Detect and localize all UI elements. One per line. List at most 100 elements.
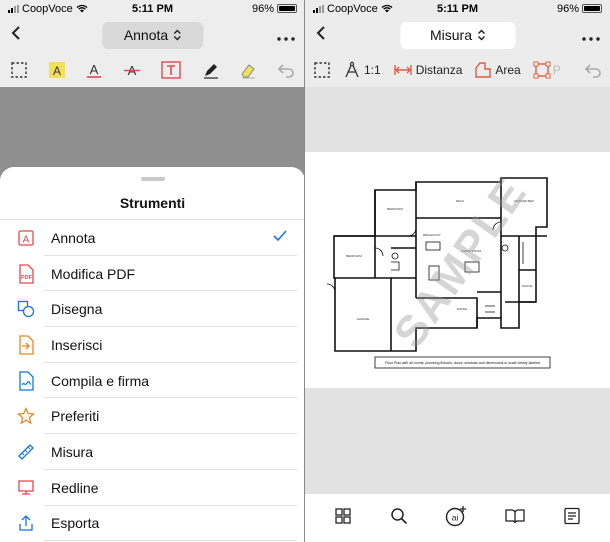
svg-text:BREAKFAST: BREAKFAST xyxy=(423,233,441,237)
eraser-tool-button[interactable] xyxy=(239,55,257,85)
battery-icon xyxy=(277,4,297,13)
carrier-group: CoopVoce xyxy=(8,3,88,15)
area-label: Area xyxy=(495,63,521,77)
thumbnails-button[interactable] xyxy=(334,507,352,530)
annotate-icon: A xyxy=(16,228,36,248)
tools-sheet: Strumenti A Annota PDF Modifica PDF Dise… xyxy=(0,167,305,542)
battery-percent: 96% xyxy=(556,2,579,15)
menu-item-redline[interactable]: Redline xyxy=(0,470,305,506)
menu-item-label: Misura xyxy=(51,443,94,460)
reading-mode-button[interactable] xyxy=(505,508,525,529)
perimeter-icon xyxy=(533,61,551,79)
svg-text:PDF: PDF xyxy=(21,275,33,281)
status-bar: CoopVoce 5:11 PM 96% xyxy=(0,0,305,17)
menu-item-label: Redline xyxy=(51,479,99,496)
reading-mode-icon xyxy=(505,508,525,523)
more-options-button[interactable] xyxy=(277,25,295,46)
document-page[interactable]: BEDROOM DECK MASTER BED BEDROOM LIVING R… xyxy=(305,152,610,388)
search-icon xyxy=(390,507,407,524)
sheet-grabber[interactable] xyxy=(140,177,165,181)
menu-item-modifica-pdf[interactable]: PDF Modifica PDF xyxy=(0,256,305,292)
edit-pdf-icon: PDF xyxy=(16,263,36,284)
selection-icon xyxy=(314,62,330,78)
wifi-icon xyxy=(76,4,88,13)
back-button[interactable] xyxy=(10,24,34,47)
insert-icon xyxy=(16,335,36,355)
search-button[interactable] xyxy=(390,507,408,530)
scale-button[interactable]: 1:1 xyxy=(343,55,381,85)
text-color-icon: A xyxy=(87,62,102,78)
carrier-name: CoopVoce xyxy=(22,2,73,15)
svg-text:DECK: DECK xyxy=(456,199,464,203)
undo-button[interactable] xyxy=(584,55,602,85)
chevron-updown-icon xyxy=(173,29,181,41)
perimeter-label-partial: P xyxy=(552,63,561,77)
tool-switcher[interactable]: Annota xyxy=(101,21,204,49)
menu-item-preferiti[interactable]: Preferiti xyxy=(0,398,305,434)
carrier-group: CoopVoce xyxy=(313,3,393,15)
signal-icon xyxy=(8,4,19,13)
svg-text:A: A xyxy=(90,62,99,77)
menu-item-disegna[interactable]: Disegna xyxy=(0,291,305,327)
comments-list-button[interactable] xyxy=(563,507,581,530)
redline-icon xyxy=(16,478,36,498)
right-screen: CoopVoce 5:11 PM 96% Misura 1:1 Distanza… xyxy=(305,0,610,542)
menu-item-esporta[interactable]: Esporta xyxy=(0,506,305,542)
battery-group: 96% xyxy=(557,3,602,15)
svg-text:A: A xyxy=(53,64,61,78)
pen-tool-button[interactable] xyxy=(202,55,220,85)
undo-icon xyxy=(277,64,294,78)
distance-tool-button[interactable]: Distanza xyxy=(393,55,462,85)
selection-tool-button[interactable] xyxy=(10,55,28,85)
svg-text:OFFICE: OFFICE xyxy=(522,284,533,288)
checkmark-icon xyxy=(273,229,287,247)
menu-item-misura[interactable]: Misura xyxy=(0,434,305,470)
status-bar: CoopVoce 5:11 PM 96% xyxy=(305,0,610,17)
left-screen: CoopVoce 5:11 PM 96% Annota A A A Strume… xyxy=(0,0,305,542)
ellipsis-icon xyxy=(582,36,600,41)
selection-tool-button[interactable] xyxy=(313,55,331,85)
bottom-toolbar: ai xyxy=(305,494,610,542)
text-box-tool-button[interactable] xyxy=(160,55,182,85)
annotation-toolbar: A A A xyxy=(0,53,305,87)
svg-text:BEDROOM: BEDROOM xyxy=(346,254,362,258)
strikethrough-tool-button[interactable]: A xyxy=(123,55,141,85)
thumbnails-icon xyxy=(335,507,351,524)
text-color-tool-button[interactable]: A xyxy=(85,55,103,85)
menu-item-annota[interactable]: A Annota xyxy=(0,220,305,256)
measure-toolbar: 1:1 Distanza Area P xyxy=(305,53,610,87)
ruler-icon xyxy=(16,442,36,462)
selection-icon xyxy=(11,62,27,78)
ellipsis-icon xyxy=(277,36,295,41)
chevron-updown-icon xyxy=(477,29,485,41)
area-tool-button[interactable]: Area xyxy=(474,55,521,85)
menu-item-compila-firma[interactable]: Compila e firma xyxy=(0,363,305,399)
carrier-name: CoopVoce xyxy=(327,2,378,15)
compass-icon xyxy=(345,61,359,78)
fill-sign-icon xyxy=(16,370,36,391)
highlight-tool-button[interactable]: A xyxy=(48,55,66,85)
menu-item-label: Preferiti xyxy=(51,408,100,425)
area-icon xyxy=(475,62,492,78)
strikethrough-icon: A xyxy=(123,63,140,78)
tool-switcher[interactable]: Misura xyxy=(399,21,516,49)
canvas-margin-bottom xyxy=(305,388,610,494)
undo-button[interactable] xyxy=(277,55,295,85)
menu-item-label: Modifica PDF xyxy=(51,265,136,282)
back-button[interactable] xyxy=(315,24,339,47)
comments-list-icon xyxy=(564,507,580,524)
more-options-button[interactable] xyxy=(582,25,600,46)
ai-assistant-icon: ai xyxy=(446,505,467,526)
highlight-icon: A xyxy=(48,62,65,78)
star-icon xyxy=(16,406,36,426)
perimeter-tool-button[interactable]: P xyxy=(533,55,561,85)
ai-assistant-button[interactable]: ai xyxy=(445,505,467,532)
svg-text:A: A xyxy=(23,234,30,245)
eraser-icon xyxy=(241,64,256,79)
chevron-left-icon xyxy=(316,25,325,40)
menu-item-inserisci[interactable]: Inserisci xyxy=(0,327,305,363)
svg-text:ai: ai xyxy=(452,512,459,522)
battery-percent: 96% xyxy=(251,2,274,15)
tool-switcher-label: Annota xyxy=(123,27,169,43)
svg-text:BEDROOM: BEDROOM xyxy=(387,207,403,211)
